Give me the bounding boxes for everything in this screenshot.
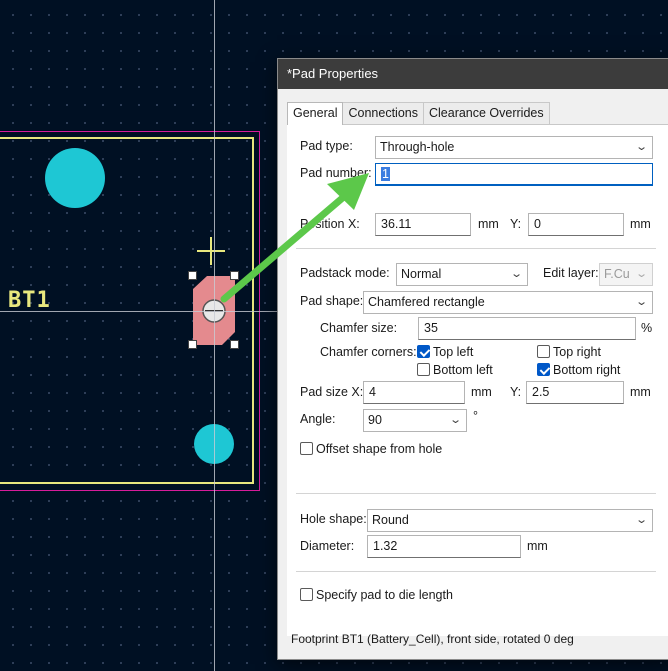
- edit-layer-value: F.Cu: [604, 267, 630, 281]
- dialog-title[interactable]: *Pad Properties: [278, 59, 668, 89]
- chamfer-bottom-left-checkbox[interactable]: [417, 363, 430, 376]
- padstack-mode-label: Padstack mode:: [300, 266, 390, 280]
- tab-clearance-overrides[interactable]: Clearance Overrides: [422, 102, 550, 124]
- padstack-mode-value: Normal: [401, 267, 442, 281]
- edit-layer-label: Edit layer:: [543, 266, 599, 280]
- chevron-down-icon: ⌄: [634, 296, 648, 308]
- tab-connections[interactable]: Connections: [342, 102, 424, 124]
- footprint-reference-label[interactable]: BT1: [8, 288, 51, 313]
- pad-type-value: Through-hole: [380, 140, 455, 154]
- chamfer-bottom-left-label[interactable]: Bottom left: [433, 363, 493, 377]
- die-length-label[interactable]: Specify pad to die length: [316, 588, 453, 602]
- pad-number-label: Pad number:: [300, 166, 372, 180]
- section-divider: [296, 248, 656, 249]
- hole-shape-value: Round: [372, 513, 409, 527]
- chamfer-top-right-label[interactable]: Top right: [553, 345, 601, 359]
- die-length-checkbox[interactable]: [300, 588, 313, 601]
- chevron-down-icon: ⌄: [634, 514, 648, 526]
- pad-number-value: 1: [381, 167, 390, 181]
- angle-label: Angle:: [300, 412, 336, 426]
- footprint-status-text: Footprint BT1 (Battery_Cell), front side…: [291, 632, 574, 646]
- diameter-label: Diameter:: [300, 539, 355, 553]
- chamfer-size-input[interactable]: 35: [418, 317, 636, 340]
- chevron-down-icon: ⌄: [634, 268, 648, 280]
- chamfer-size-label: Chamfer size:: [320, 321, 398, 335]
- selection-handle-bottom-right[interactable]: [230, 340, 239, 349]
- selection-handle-bottom-left[interactable]: [188, 340, 197, 349]
- cursor-crosshair-vertical: [214, 0, 215, 671]
- chamfer-top-left-checkbox[interactable]: [417, 345, 430, 358]
- offset-shape-label[interactable]: Offset shape from hole: [316, 442, 442, 456]
- footprint-anchor-crosshair: [197, 237, 225, 265]
- chamfer-bottom-right-checkbox[interactable]: [537, 363, 550, 376]
- position-y-input[interactable]: 0: [528, 213, 624, 236]
- tab-general[interactable]: General: [287, 102, 344, 125]
- chevron-down-icon: ⌄: [509, 268, 523, 280]
- section-divider: [296, 571, 656, 572]
- angle-select[interactable]: 90 ⌄: [363, 409, 467, 432]
- pad-shape-value: Chamfered rectangle: [368, 295, 485, 309]
- round-pad-top[interactable]: [45, 148, 105, 208]
- offset-shape-checkbox[interactable]: [300, 442, 313, 455]
- diameter-unit: mm: [527, 539, 548, 553]
- chamfer-top-right-checkbox[interactable]: [537, 345, 550, 358]
- section-divider: [296, 493, 656, 494]
- chamfer-size-unit: %: [641, 321, 653, 335]
- pad-type-label: Pad type:: [300, 139, 353, 153]
- pad-size-x-unit: mm: [471, 385, 492, 399]
- chamfer-bottom-right-label[interactable]: Bottom right: [553, 363, 620, 377]
- angle-value: 90: [368, 413, 382, 427]
- pad-number-input[interactable]: 1: [375, 163, 653, 186]
- position-x-unit: mm: [478, 217, 499, 231]
- pad-size-y-input[interactable]: 2.5: [526, 381, 624, 404]
- position-y-label: Y:: [510, 217, 522, 231]
- pad-shape-label: Pad shape:: [300, 294, 364, 308]
- edit-layer-select[interactable]: F.Cu ⌄: [599, 263, 653, 286]
- chamfer-top-left-label[interactable]: Top left: [433, 345, 473, 359]
- pad-size-x-input[interactable]: 4: [363, 381, 465, 404]
- dialog-tabs: General Connections Clearance Overrides: [287, 102, 550, 125]
- diameter-input[interactable]: 1.32: [367, 535, 521, 558]
- pad-size-x-label: Pad size X:: [300, 385, 364, 399]
- pad-type-select[interactable]: Through-hole ⌄: [375, 136, 653, 159]
- pad-size-y-label: Y:: [510, 385, 522, 399]
- hole-shape-label: Hole shape:: [300, 512, 367, 526]
- selection-handle-top-left[interactable]: [188, 271, 197, 280]
- padstack-mode-select[interactable]: Normal ⌄: [396, 263, 528, 286]
- position-x-input[interactable]: 36.11: [375, 213, 471, 236]
- hole-shape-select[interactable]: Round ⌄: [367, 509, 653, 532]
- angle-unit: °: [473, 409, 478, 423]
- pad-properties-dialog: *Pad Properties General Connections Clea…: [277, 58, 668, 660]
- position-x-label: Position X:: [300, 217, 360, 231]
- pad-size-y-unit: mm: [630, 385, 651, 399]
- chamfer-corners-label: Chamfer corners:: [320, 345, 417, 359]
- general-tab-panel: Pad type: Through-hole ⌄ Pad number: 1 P…: [287, 124, 668, 636]
- chevron-down-icon: ⌄: [634, 141, 648, 153]
- chevron-down-icon: ⌄: [448, 414, 462, 426]
- position-y-unit: mm: [630, 217, 651, 231]
- selection-handle-top-right[interactable]: [230, 271, 239, 280]
- pad-shape-select[interactable]: Chamfered rectangle ⌄: [363, 291, 653, 314]
